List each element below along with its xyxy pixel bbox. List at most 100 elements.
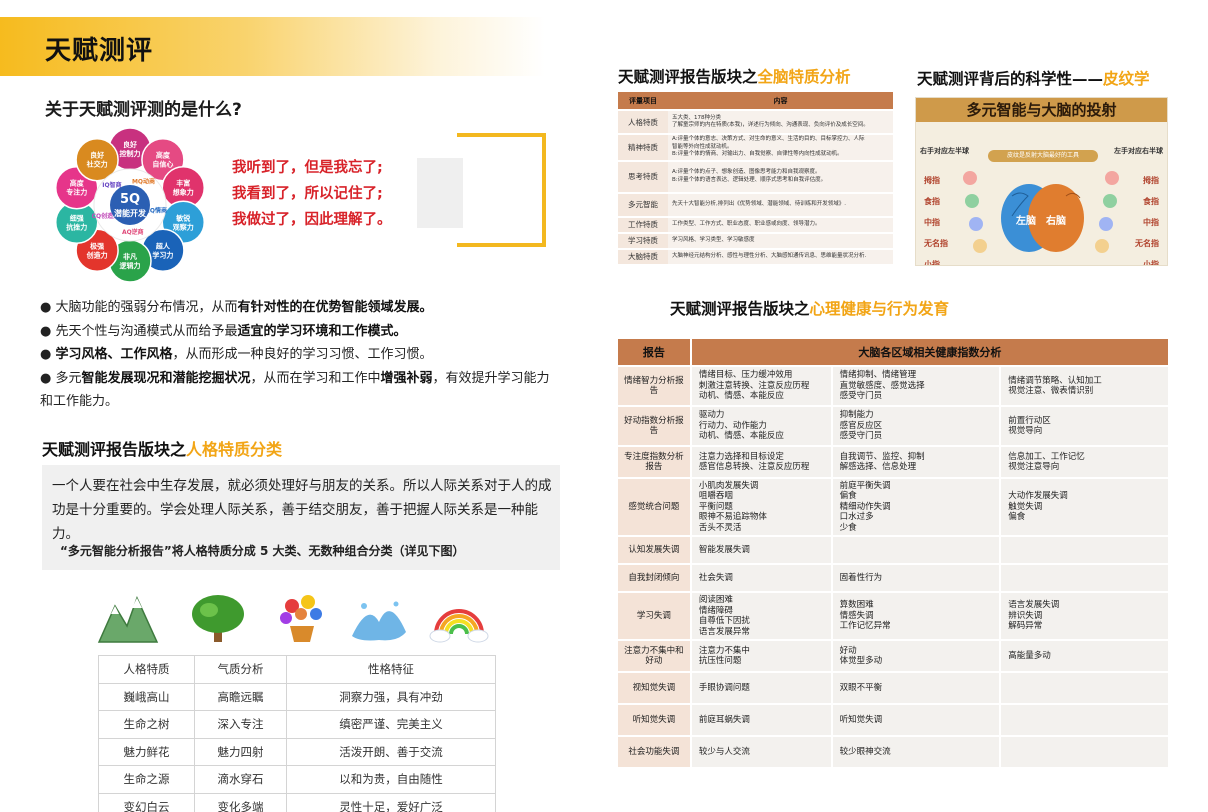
table-cell: 变幻白云: [98, 792, 195, 812]
finger-label: 小指: [1143, 260, 1159, 266]
table-row: 视知觉失调 手眼协调问题 双眼不平衡: [618, 673, 1168, 703]
table-cell: 五大类、178种分类 了解童宗师的内在特质(本我)，详述行为倾向、沟通表现、负向…: [668, 111, 893, 133]
petal-label: 社交力: [86, 160, 108, 169]
table-row: 大脑特质 大脑神经元结构分析、感性与理性分析、大脑感知通传讯息、思维能量状况分析.: [618, 249, 893, 264]
table-cell: 生命之树: [98, 710, 195, 739]
table-row: 生命之树 深入专注 缜密严谨、完美主义: [98, 710, 496, 739]
table-cell: 信息加工、工作记忆 视觉注意导向: [1001, 447, 1168, 477]
finger-label: 中指: [924, 218, 940, 227]
petal-label: 超人: [156, 241, 171, 250]
left-brain-label: 左脑: [1016, 216, 1036, 227]
table-cell: 大脑特质: [618, 249, 668, 264]
page-title: 天赋测评: [45, 36, 154, 66]
table-cell: 生命之源: [98, 765, 195, 794]
bullet-text: 学习风格、工作风格: [55, 347, 173, 362]
table-cell: [1001, 565, 1168, 591]
table-cell: 灵性十足，爱好广泛: [286, 792, 496, 812]
inner-label: IQ智商: [102, 181, 121, 189]
table-cell: 魅力鲜花: [98, 737, 195, 766]
petal-label: 极强: [90, 241, 104, 250]
question-title: 关于天赋测评测的是什么?: [45, 100, 242, 120]
table-row: 社会功能失调 较少与人交流 较少眼神交流: [618, 737, 1168, 767]
table-cell: [1001, 737, 1168, 767]
bullet-text: 适宜的学习环境和工作模式。: [237, 323, 407, 339]
table-cell: 专注度指数分析报告: [618, 447, 690, 477]
table-cell: 情绪抑制、情绪管理 直觉敏感度、感觉选择 感受守门员: [832, 367, 1000, 405]
flower-pot-icon: [280, 595, 322, 642]
table-cell: 自我封闭倾向: [618, 565, 690, 591]
table-cell: 阅读困难 情绪障碍 自尊低下因扰 语言发展异常: [691, 593, 831, 639]
petal-label: 敏锐: [175, 213, 190, 222]
table-cell: 思考特质: [618, 161, 668, 192]
table-row: 精神特质 A:评量个体的意志、决策方式、对生命的意义、生活的目的、目标掌控力、人际…: [618, 135, 893, 160]
table-row: 专注度指数分析报告 注意力选择和目标设定 感官信息转换、注意反应历程 自我调节、监控…: [618, 447, 1168, 477]
table-row: 工作特质 工作类型、工作方式、职业态度、职业感或向度、领导潜力。: [618, 217, 893, 232]
table-cell: 听知觉失调: [832, 705, 1000, 735]
bullet-text: 增强补弱: [380, 370, 433, 386]
core-label: 5Q: [120, 192, 140, 207]
quote-line: 我做过了，因此理解了。: [232, 212, 392, 228]
inner-label: MQ动商: [132, 178, 155, 186]
table-cell: 学习特质: [618, 233, 668, 248]
table-cell: 听知觉失调: [618, 705, 690, 735]
table-cell: 学习风格、学习类型、学习敏感度: [668, 233, 893, 248]
table-cell: 魅力四射: [194, 737, 287, 766]
table-cell: 驱动力 行动力、动作能力 动机、情感、本能反应: [691, 407, 831, 445]
table-cell: 注意力选择和目标设定 感官信息转换、注意反应历程: [691, 447, 831, 477]
bullet-text: ，从而形成一种良好的学习习惯、工作习惯。: [172, 347, 433, 362]
bullet-text: 多元: [55, 370, 82, 386]
inner-label: AQ逆商: [122, 228, 144, 236]
table-cell: 前庭平衡失调 偏食 精细动作失调 口水过多 少食: [832, 479, 1000, 535]
table-cell: 前庭耳蜗失调: [691, 705, 831, 735]
table-row: 感觉统合问题 小肌肉发展失调 咀嚼吞咽 平衡问题 眼神不易追踪物体 舌头不灵活 前庭…: [618, 479, 1168, 535]
petal-label: 想象力: [173, 188, 194, 197]
petal-label: 丰富: [176, 179, 190, 188]
table-header: 气质分析: [194, 655, 287, 684]
table-cell: 双眼不平衡: [832, 673, 1000, 703]
table-row: 自我封闭倾向 社会失调 固着性行为: [618, 565, 1168, 591]
petal-label: 细强: [70, 213, 84, 222]
right-brain-label: 右脑: [1046, 216, 1066, 227]
finger-label: 无名指: [924, 239, 948, 248]
quote-line: 我看到了，所以记住了;: [232, 186, 383, 202]
table-cell: 智能发展失调: [691, 537, 831, 563]
finger-label: 拇指: [1143, 176, 1159, 185]
table-cell: 学习失调: [618, 593, 690, 639]
table-row: 变幻白云 变化多端 灵性十足，爱好广泛: [98, 792, 496, 812]
quote-box: 我听到了，但是我忘了; 我看到了，所以记住了; 我做过了，因此理解了。: [232, 155, 392, 233]
table-row: 学习失调 阅读困难 情绪障碍 自尊低下因扰 语言发展异常 算数困难 情感失调 工作记…: [618, 593, 1168, 639]
table-cell: 社会功能失调: [618, 737, 690, 767]
table-cell: 缜密严谨、完美主义: [286, 710, 496, 739]
table-cell: 多元智能: [618, 193, 668, 216]
petal-label: 自信心: [152, 160, 173, 169]
finger-list-left: 拇指 食指 中指 无名指 小指: [924, 170, 948, 265]
petal-label: 控制力: [120, 149, 141, 158]
table-cell: 手眼协调问题: [691, 673, 831, 703]
petal-label: 专注力: [66, 188, 87, 197]
finger-label: 无名指: [1135, 239, 1159, 248]
bullet-item: ● 学习风格、工作风格，从而形成一种良好的学习习惯、工作习惯。: [40, 347, 433, 362]
bullet-item: ● 先天个性与沟通模式从而给予最适宜的学习环境和工作模式。: [40, 323, 407, 339]
table-cell: 固着性行为: [832, 565, 1000, 591]
table-cell: 好动指数分析报告: [618, 407, 690, 445]
finger-label: 食指: [924, 197, 940, 206]
table-cell: 大脑神经元结构分析、感性与理性分析、大脑感知通传讯息、思维能量状况分析.: [668, 249, 893, 264]
table-cell: 社会失调: [691, 565, 831, 591]
table-cell: A:评量个体的点子、想象创造、图像思考能力和自我观察度。 B:评量个体的语言表达…: [668, 161, 893, 192]
finger-list-right: 拇指 食指 中指 无名指 小指: [1135, 170, 1159, 266]
table-cell: 情绪调节策略、认知加工 视觉注意、微表情识别: [1001, 367, 1168, 405]
table-cell: 滴水穿石: [194, 765, 287, 794]
table-cell: [832, 537, 1000, 563]
table-row: 注意力不集中和好动 注意力不集中 抗压性问题 好动 体觉型多动 高能量多动: [618, 641, 1168, 671]
table-cell: 巍峨高山: [98, 682, 195, 711]
table-header-row: 报告 大脑各区域相关健康指数分析: [618, 339, 1168, 365]
table-cell: 自我调节、监控、抑制 解感选择、信息处理: [832, 447, 1000, 477]
mountain-icon: [97, 596, 159, 643]
table-cell: A:评量个体的意志、决策方式、对生命的意义、生活的目的、目标掌控力、人际 智能等…: [668, 135, 893, 160]
petal-label: 创造力: [86, 250, 108, 259]
finger-label: 拇指: [924, 176, 940, 185]
finger-label: 中指: [1143, 218, 1159, 227]
table-cell: 小肌肉发展失调 咀嚼吞咽 平衡问题 眼神不易追踪物体 舌头不灵活: [691, 479, 831, 535]
table-cell: 精神特质: [618, 135, 668, 160]
table-cell: [1001, 705, 1168, 735]
